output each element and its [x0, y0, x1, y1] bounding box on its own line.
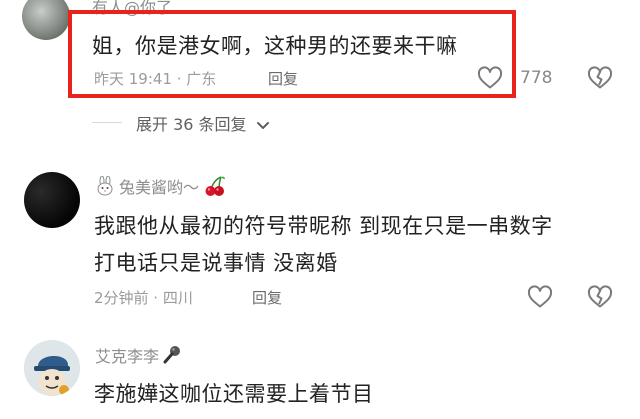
comment-username[interactable]: 兔美酱哟～ — [95, 174, 227, 198]
expand-replies-label: 展开 36 条回复 — [136, 115, 247, 134]
comment-text: 李施嬅这咖位还需要上着节目 — [94, 382, 374, 406]
comment-username[interactable]: 艾克李李 — [95, 343, 182, 367]
comment-time-location: 昨天 19:41 · 广东 — [94, 70, 217, 88]
microphone-emoji-icon — [162, 345, 182, 365]
heart-outline-icon[interactable] — [477, 66, 503, 90]
avatar[interactable] — [24, 172, 80, 228]
reply-button[interactable]: 回复 — [252, 287, 282, 308]
cherry-emoji-icon — [203, 175, 227, 197]
broken-heart-icon[interactable] — [587, 285, 613, 309]
expand-divider — [92, 122, 122, 123]
expand-replies-button[interactable]: 展开 36 条回复 — [136, 111, 270, 135]
heart-outline-icon[interactable] — [527, 285, 553, 309]
broken-heart-icon[interactable] — [587, 66, 613, 90]
avatar[interactable] — [22, 0, 70, 40]
reply-button[interactable]: 回复 — [268, 68, 298, 89]
comment-text-line2: 打电话只是说事情 没离婚 — [94, 251, 338, 275]
avatar-illustration — [24, 340, 80, 396]
comment-text-line1: 我跟他从最初的符号带昵称 到现在只是一串数字 — [94, 214, 553, 238]
username-text: 兔美酱哟～ — [119, 178, 200, 197]
avatar[interactable] — [24, 340, 80, 396]
chevron-down-icon — [256, 121, 270, 131]
like-count: 778 — [520, 68, 553, 88]
comment-text: 姐，你是港女啊，这种男的还要来干嘛 — [92, 34, 458, 58]
username-text: 艾克李李 — [95, 347, 160, 366]
bunny-emoji-icon — [95, 176, 115, 196]
comment-time-location: 2分钟前 · 四川 — [94, 289, 193, 307]
